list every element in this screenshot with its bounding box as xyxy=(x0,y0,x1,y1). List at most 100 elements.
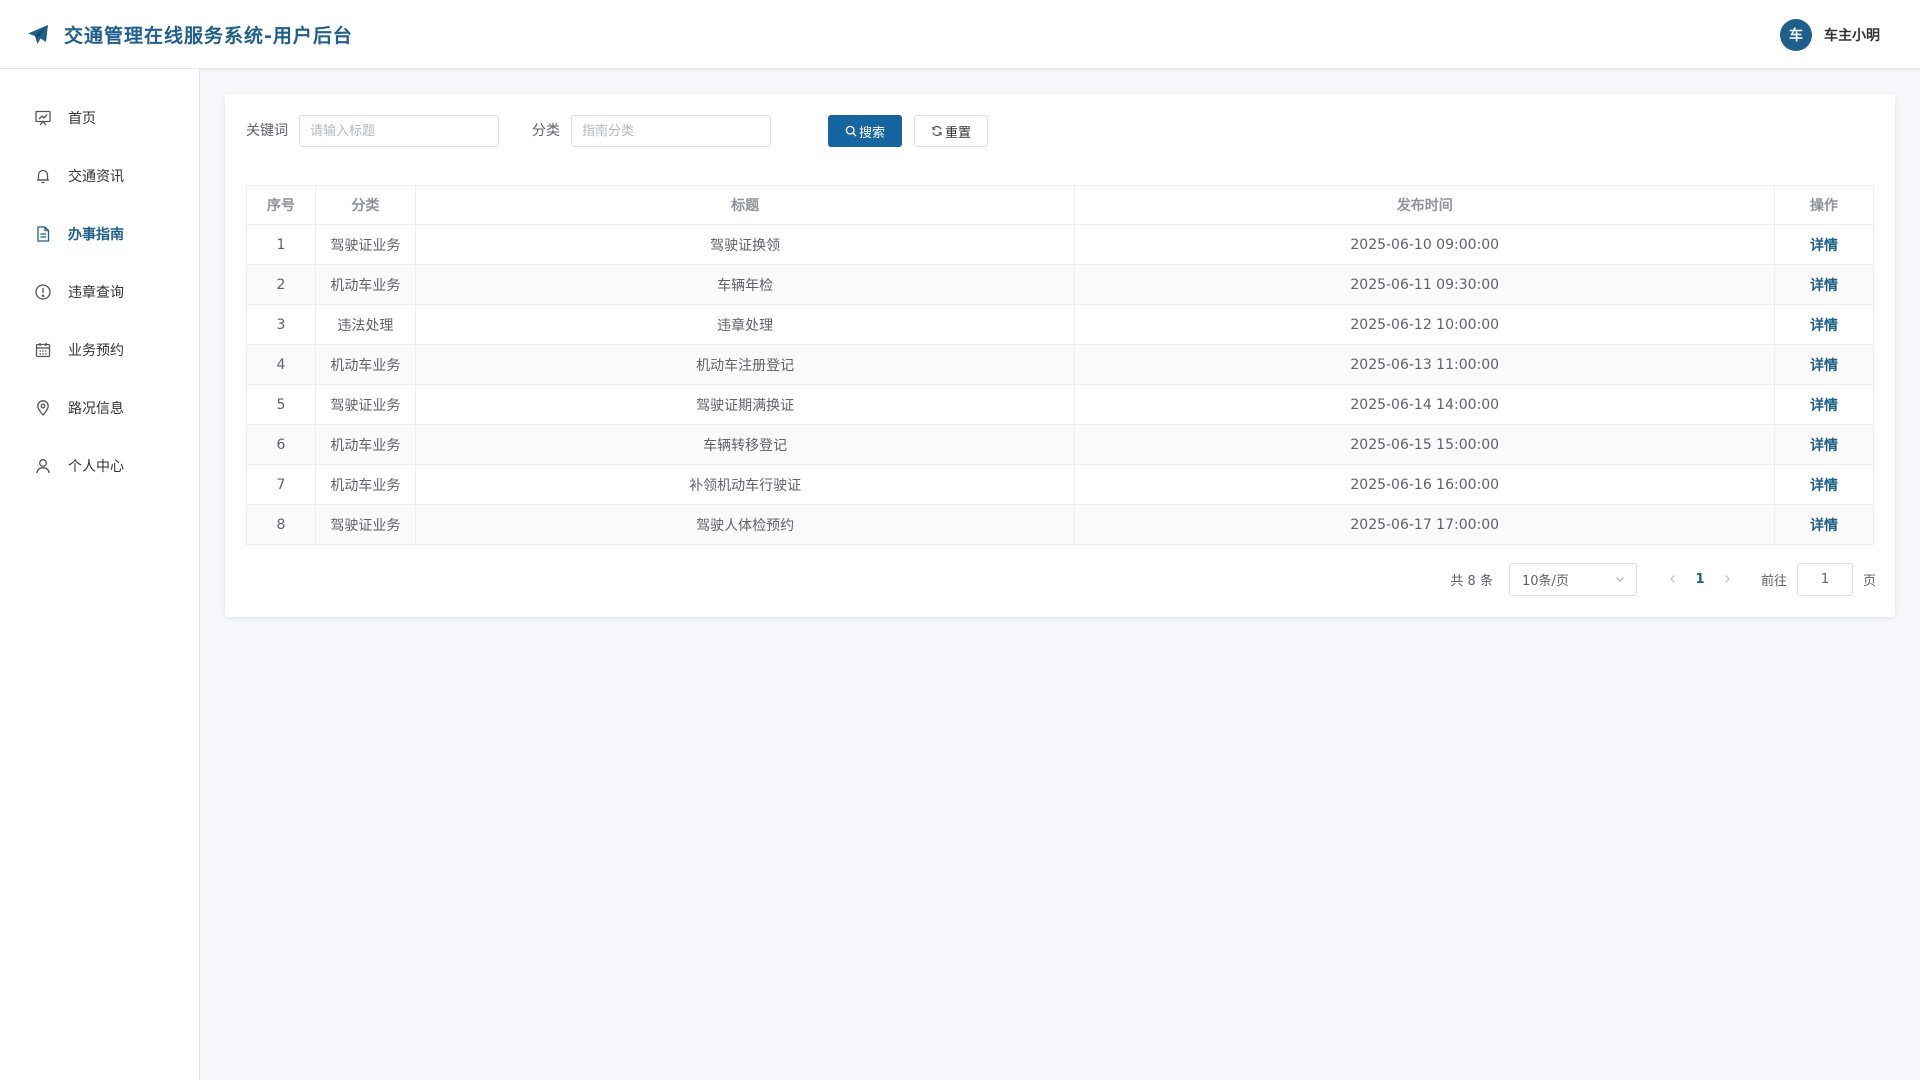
sidebar-item-violation-query[interactable]: 违章查询 xyxy=(0,263,199,321)
cell-title: 补领机动车行驶证 xyxy=(414,464,1076,505)
sidebar-item-label: 个人中心 xyxy=(68,459,124,475)
sidebar-item-appointment[interactable]: 业务预约 xyxy=(0,321,199,379)
cell-no: 4 xyxy=(246,344,316,385)
table-row: 3 违法处理 违章处理 2025-06-12 10:00:00 详情 xyxy=(246,304,1874,345)
sidebar-item-label: 交通资讯 xyxy=(68,169,124,185)
column-header-action: 操作 xyxy=(1774,185,1874,225)
detail-link[interactable]: 详情 xyxy=(1774,264,1874,305)
brand: 交通管理在线服务系统-用户后台 xyxy=(26,0,353,69)
detail-link[interactable]: 详情 xyxy=(1774,504,1874,545)
refresh-icon xyxy=(932,125,942,137)
category-input[interactable] xyxy=(571,115,771,147)
detail-link[interactable]: 详情 xyxy=(1774,304,1874,345)
cell-category: 违法处理 xyxy=(314,304,416,345)
goto-page-input[interactable] xyxy=(1796,562,1853,596)
cell-no: 7 xyxy=(246,464,316,505)
table-row: 1 驾驶证业务 驾驶证换领 2025-06-10 09:00:00 详情 xyxy=(246,224,1874,265)
paper-plane-icon xyxy=(26,23,50,47)
warning-circle-icon xyxy=(35,284,51,300)
cell-time: 2025-06-12 10:00:00 xyxy=(1074,304,1776,345)
search-form: 关键词 分类 搜索 重置 xyxy=(246,115,1886,148)
table-row: 4 机动车业务 机动车注册登记 2025-06-13 11:00:00 详情 xyxy=(246,344,1874,385)
cell-no: 8 xyxy=(246,504,316,545)
total-count: 共 8 条 xyxy=(1450,573,1493,589)
cell-title: 车辆年检 xyxy=(414,264,1076,305)
table-row: 2 机动车业务 车辆年检 2025-06-11 09:30:00 详情 xyxy=(246,264,1874,305)
cell-category: 驾驶证业务 xyxy=(314,504,416,545)
column-header-category: 分类 xyxy=(314,185,416,225)
detail-link[interactable]: 详情 xyxy=(1774,344,1874,385)
pagination: 共 8 条 10条/页 1 前往 页 xyxy=(1450,562,1876,596)
sidebar-item-profile[interactable]: 个人中心 xyxy=(0,437,199,495)
sidebar-item-home[interactable]: 首页 xyxy=(0,89,199,147)
cell-time: 2025-06-13 11:00:00 xyxy=(1074,344,1776,385)
column-header-no: 序号 xyxy=(246,185,316,225)
detail-link[interactable]: 详情 xyxy=(1774,424,1874,465)
sidebar-item-label: 办事指南 xyxy=(68,227,124,243)
sidebar-item-service-guide[interactable]: 办事指南 xyxy=(0,205,199,263)
keyword-input[interactable] xyxy=(299,115,499,147)
table-row: 7 机动车业务 补领机动车行驶证 2025-06-16 16:00:00 详情 xyxy=(246,464,1874,505)
cell-title: 驾驶证期满换证 xyxy=(414,384,1076,425)
cell-no: 6 xyxy=(246,424,316,465)
document-icon xyxy=(37,226,50,242)
chevron-left-icon xyxy=(1670,575,1675,583)
table-row: 5 驾驶证业务 驾驶证期满换证 2025-06-14 14:00:00 详情 xyxy=(246,384,1874,425)
top-header: 交通管理在线服务系统-用户后台 车 车主小明 xyxy=(0,0,1920,69)
page-size-value: 10条/页 xyxy=(1521,573,1569,589)
cell-time: 2025-06-14 14:00:00 xyxy=(1074,384,1776,425)
sidebar-item-traffic-news[interactable]: 交通资讯 xyxy=(0,147,199,205)
cell-title: 车辆转移登记 xyxy=(414,424,1076,465)
search-button-label: 搜索 xyxy=(858,125,885,141)
detail-link[interactable]: 详情 xyxy=(1774,384,1874,425)
cell-category: 机动车业务 xyxy=(314,344,416,385)
reset-button-label: 重置 xyxy=(944,125,971,141)
current-page[interactable]: 1 xyxy=(1685,572,1715,587)
cell-category: 机动车业务 xyxy=(314,424,416,465)
reset-button[interactable]: 重置 xyxy=(914,115,988,147)
prev-page-button[interactable] xyxy=(1661,565,1685,593)
detail-link[interactable]: 详情 xyxy=(1774,464,1874,505)
user-icon xyxy=(36,459,50,474)
cell-category: 驾驶证业务 xyxy=(314,384,416,425)
table-row: 8 驾驶证业务 驾驶人体检预约 2025-06-17 17:00:00 详情 xyxy=(246,504,1874,545)
cell-no: 2 xyxy=(246,264,316,305)
cell-title: 机动车注册登记 xyxy=(414,344,1076,385)
cell-no: 3 xyxy=(246,304,316,345)
column-header-time: 发布时间 xyxy=(1074,185,1776,225)
sidebar-item-label: 违章查询 xyxy=(68,285,124,301)
sidebar-item-label: 业务预约 xyxy=(68,343,124,359)
location-pin-icon xyxy=(37,400,49,416)
search-icon xyxy=(845,125,857,137)
detail-link[interactable]: 详情 xyxy=(1774,224,1874,265)
cell-title: 违章处理 xyxy=(414,304,1076,345)
dashboard-icon xyxy=(35,110,51,126)
next-page-button[interactable] xyxy=(1715,565,1739,593)
cell-time: 2025-06-17 17:00:00 xyxy=(1074,504,1776,545)
column-header-title: 标题 xyxy=(414,185,1076,225)
cell-time: 2025-06-15 15:00:00 xyxy=(1074,424,1776,465)
category-label: 分类 xyxy=(532,123,560,139)
avatar[interactable]: 车 xyxy=(1780,18,1812,51)
user-menu[interactable]: 车 车主小明 xyxy=(1780,0,1880,69)
cell-time: 2025-06-10 09:00:00 xyxy=(1074,224,1776,265)
calendar-icon xyxy=(35,343,51,358)
bell-icon xyxy=(37,169,49,184)
table-header-row: 序号 分类 标题 发布时间 操作 xyxy=(246,185,1874,225)
cell-no: 5 xyxy=(246,384,316,425)
page-size-select[interactable]: 10条/页 xyxy=(1508,562,1637,596)
sidebar-item-road-conditions[interactable]: 路况信息 xyxy=(0,379,199,437)
sidebar-item-label: 首页 xyxy=(68,111,96,127)
user-name[interactable]: 车主小明 xyxy=(1824,25,1880,45)
sidebar: 首页 交通资讯 办事指南 违章查询 业务预约 路况信息 个人中心 xyxy=(0,69,200,1080)
cell-category: 机动车业务 xyxy=(314,464,416,505)
cell-category: 驾驶证业务 xyxy=(314,224,416,265)
app-title: 交通管理在线服务系统-用户后台 xyxy=(64,25,353,47)
search-button[interactable]: 搜索 xyxy=(828,115,902,147)
cell-category: 机动车业务 xyxy=(314,264,416,305)
chevron-down-icon xyxy=(1616,577,1624,582)
sidebar-item-label: 路况信息 xyxy=(68,401,124,417)
cell-time: 2025-06-16 16:00:00 xyxy=(1074,464,1776,505)
chevron-right-icon xyxy=(1725,575,1730,583)
content-card: 关键词 分类 搜索 重置 序号 分类 标题 发布时间 操作 1 驾驶证业务 xyxy=(225,94,1895,617)
